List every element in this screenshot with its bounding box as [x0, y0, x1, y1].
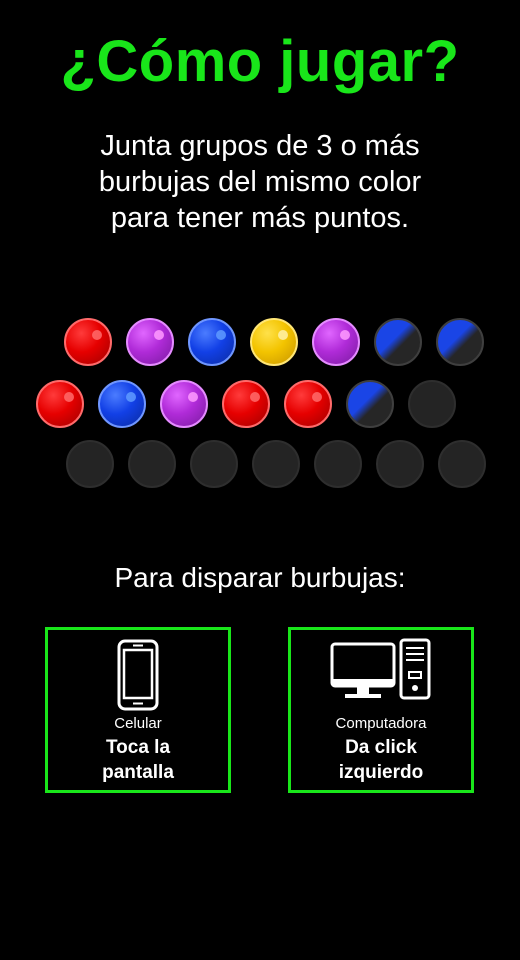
bubble-row-2	[36, 380, 456, 428]
blue-bubble	[98, 380, 146, 428]
bubble-shine	[188, 392, 198, 402]
bubble-row-3	[66, 440, 486, 488]
red-bubble	[36, 380, 84, 428]
mobile-instruction-card: Celular Toca la pantalla	[45, 627, 231, 793]
empty-bubble-slot	[376, 440, 424, 488]
intro-text: Junta grupos de 3 o más burbujas del mis…	[50, 128, 470, 236]
intro-line-2: burbujas del mismo color	[98, 166, 422, 198]
bubble-row-1	[64, 318, 484, 366]
purple-bubble	[126, 318, 174, 366]
empty-bubble-slot	[128, 440, 176, 488]
red-bubble	[222, 380, 270, 428]
bubble-shine	[92, 330, 102, 340]
intro-line-3: para tener más puntos.	[110, 202, 410, 234]
cracked-bubble	[346, 380, 394, 428]
empty-bubble-slot	[438, 440, 486, 488]
mobile-action-text: Toca la pantalla	[48, 735, 228, 785]
page-title: ¿Cómo jugar?	[60, 29, 460, 94]
empty-bubble-slot	[252, 440, 300, 488]
cracked-bubble	[436, 318, 484, 366]
desktop-computer-icon	[329, 638, 433, 707]
desktop-instruction-card: Computadora Da click izquierdo	[288, 627, 474, 793]
bubble-shine	[340, 330, 350, 340]
intro-line-1: Junta grupos de 3 o más	[100, 130, 420, 162]
bubble-shine	[278, 330, 288, 340]
bubble-board-example	[0, 316, 520, 496]
bubble-shine	[126, 392, 136, 402]
purple-bubble	[312, 318, 360, 366]
shoot-instructions-label: Para disparar burbujas:	[114, 562, 406, 593]
empty-bubble-slot	[66, 440, 114, 488]
mobile-device-label: Celular	[114, 715, 162, 732]
yellow-bubble	[250, 318, 298, 366]
desktop-action-line-2: izquierdo	[338, 762, 424, 783]
desktop-action-text: Da click izquierdo	[291, 735, 471, 785]
red-bubble	[284, 380, 332, 428]
empty-bubble-slot	[408, 380, 456, 428]
cracked-bubble	[374, 318, 422, 366]
how-to-play-screen: ¿Cómo jugar? Junta grupos de 3 o más bur…	[0, 0, 520, 960]
purple-bubble	[160, 380, 208, 428]
mobile-action-line-1: Toca la	[105, 737, 171, 758]
bubble-shine	[64, 392, 74, 402]
mobile-action-line-2: pantalla	[102, 762, 174, 783]
red-bubble	[64, 318, 112, 366]
empty-bubble-slot	[314, 440, 362, 488]
bubble-shine	[250, 392, 260, 402]
desktop-action-line-1: Da click	[345, 737, 417, 758]
empty-bubble-slot	[190, 440, 238, 488]
bubble-shine	[154, 330, 164, 340]
mobile-phone-icon	[116, 638, 160, 717]
blue-bubble	[188, 318, 236, 366]
desktop-device-label: Computadora	[335, 715, 427, 732]
bubble-shine	[216, 330, 226, 340]
bubble-shine	[312, 392, 322, 402]
